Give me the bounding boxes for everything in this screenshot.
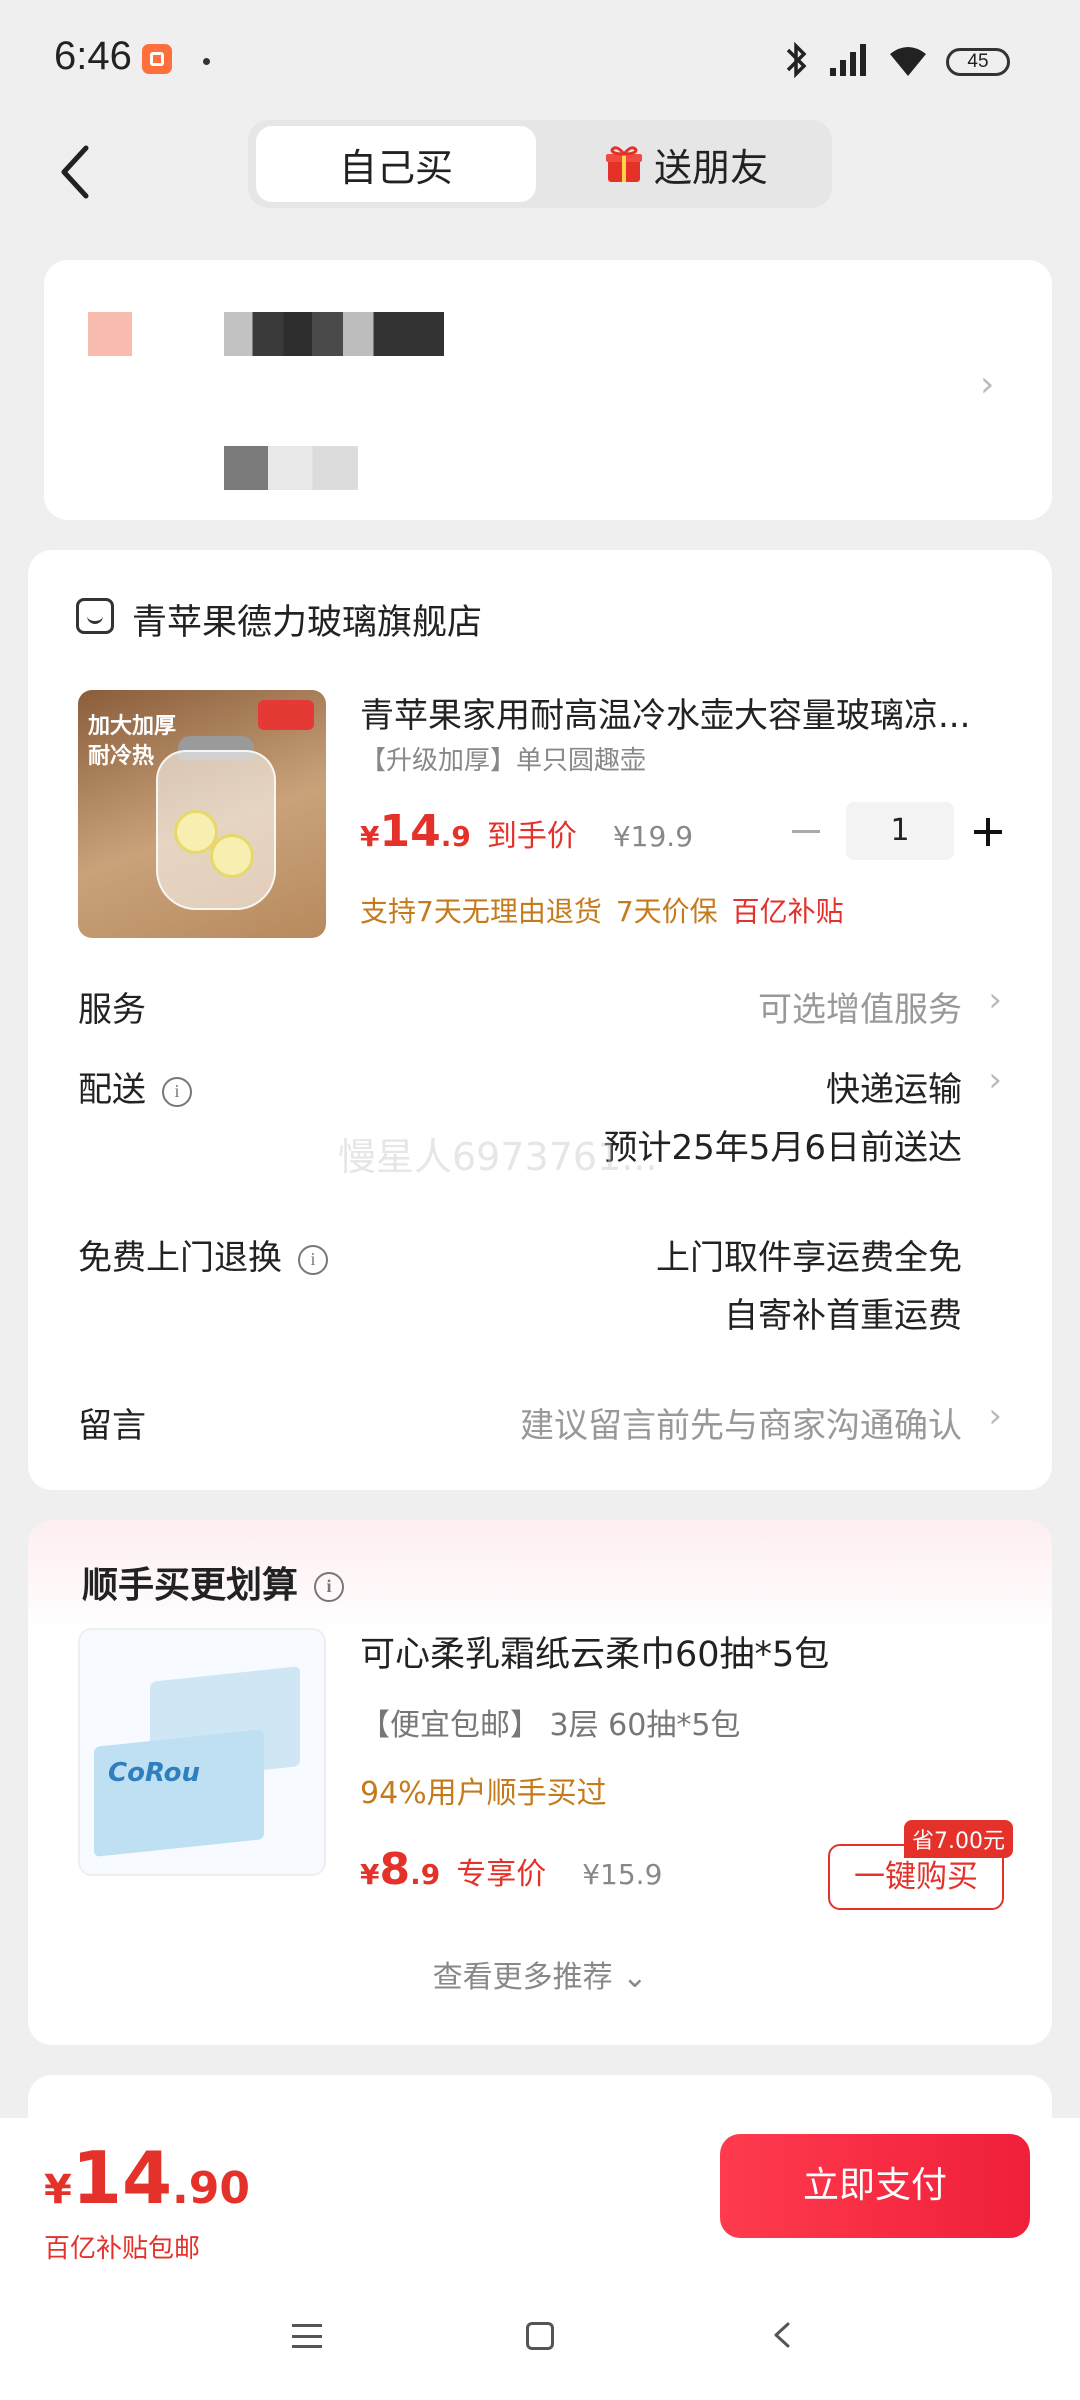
tab-label: 自己买: [338, 145, 453, 190]
recommendation-spec[interactable]: 【便宜包邮】 3层 60抽*5包: [360, 1700, 740, 1744]
delivery-method[interactable]: 快递运输: [826, 1062, 962, 1111]
brand-logo-icon: [258, 700, 314, 730]
see-more-recommendations[interactable]: 查看更多推荐 ⌄: [28, 1952, 1052, 1996]
bluetooth-icon: [786, 41, 807, 79]
battery-indicator: 45: [946, 48, 1010, 76]
notification-dot-icon: [203, 58, 210, 65]
product-price: ¥ 14 .9 到手价 ¥19.9: [360, 806, 694, 857]
address-redacted: [224, 446, 358, 490]
address-icon: [88, 312, 132, 356]
recommendation-title: 顺手买更划算 i: [82, 1556, 345, 1608]
home-icon[interactable]: [526, 2322, 554, 2350]
product-title[interactable]: 青苹果家用耐高温冷水壶大容量玻璃凉...: [360, 688, 1000, 737]
tab-buy-for-self[interactable]: 自己买: [256, 126, 536, 202]
promo-tags: 支持7天无理由退货 7天价保 百亿补贴: [360, 890, 844, 930]
brand-logo: CoRou: [108, 1758, 201, 1788]
back-icon[interactable]: [766, 2318, 800, 2352]
promo-tag: 支持7天无理由退货: [360, 895, 602, 928]
price-tag: 到手价: [486, 819, 577, 854]
chevron-right-icon: ›: [988, 1396, 1002, 1436]
recipient-redacted: [224, 312, 444, 356]
product-spec[interactable]: 【升级加厚】单只圆趣壶: [360, 740, 646, 777]
total-price: ¥ 14 .90: [44, 2136, 250, 2220]
message-label: 留言: [78, 1406, 146, 1446]
promo-tag: 百亿补贴: [731, 895, 844, 928]
system-nav-bar: [0, 2278, 1080, 2400]
quantity-input[interactable]: 1: [846, 802, 954, 860]
info-icon[interactable]: i: [314, 1572, 345, 1602]
recommendation-name[interactable]: 可心柔乳霜纸云柔巾60抽*5包: [360, 1626, 829, 1677]
pay-now-button[interactable]: 立即支付: [720, 2134, 1030, 2238]
address-card[interactable]: ›: [44, 260, 1052, 520]
free-return-line1: 上门取件享运费全免: [656, 1238, 962, 1278]
tab-label: 送朋友: [653, 145, 768, 190]
chevron-right-icon: ›: [988, 980, 1002, 1020]
gift-icon: [605, 146, 642, 182]
chevron-right-icon: ›: [988, 1060, 1002, 1100]
shop-name[interactable]: 青苹果德力玻璃旗舰店: [132, 594, 482, 645]
original-price: ¥19.9: [612, 820, 694, 853]
message-input[interactable]: 建议留言前先与商家沟通确认: [520, 1398, 962, 1447]
quantity-decrease-button[interactable]: [786, 812, 826, 852]
tab-send-to-friend[interactable]: 送朋友: [548, 126, 824, 202]
promo-tag: 7天价保: [615, 895, 718, 928]
info-icon[interactable]: i: [298, 1244, 328, 1275]
price-tag: 专享价: [456, 1857, 547, 1892]
back-icon[interactable]: [50, 130, 100, 210]
service-label: 服务: [78, 990, 146, 1030]
recommendation-social-proof: 94%用户顺手买过: [360, 1776, 607, 1811]
status-time: 6:46: [54, 34, 132, 78]
purchase-mode-tabs: 自己买 送朋友: [248, 120, 832, 208]
recommendation-image[interactable]: CoRou: [78, 1628, 326, 1876]
quantity-increase-button[interactable]: [968, 812, 1008, 852]
signal-icon: [830, 44, 866, 76]
info-icon[interactable]: i: [162, 1076, 192, 1107]
original-price: ¥15.9: [582, 1858, 663, 1891]
delivery-label: 配送 i: [78, 1062, 192, 1111]
recommendation-price: ¥ 8 .9 专享价 ¥15.9: [360, 1844, 663, 1895]
total-note: 百亿补贴包邮: [44, 2234, 201, 2264]
order-card: 青苹果德力玻璃旗舰店 加大加厚 耐冷热 青苹果家用耐高温冷水壶大容量玻璃凉...…: [28, 550, 1052, 1490]
service-value[interactable]: 可选增值服务: [758, 982, 962, 1031]
delivery-eta: 预计25年5月6日前送达: [603, 1128, 962, 1168]
tissue-box-icon: [94, 1729, 264, 1857]
header: 自己买 送朋友: [0, 120, 1080, 230]
recommendation-card: 顺手买更划算 i CoRou 可心柔乳霜纸云柔巾60抽*5包 【便宜包邮】 3层 …: [28, 1520, 1052, 2045]
product-image[interactable]: 加大加厚 耐冷热: [78, 690, 326, 938]
checkout-bar: ¥ 14 .90 百亿补贴包邮 立即支付: [0, 2118, 1080, 2278]
chevron-down-icon: ⌄: [622, 1960, 648, 1995]
shop-icon: [76, 598, 114, 634]
lemon-icon: [210, 834, 254, 878]
wifi-icon: [890, 47, 926, 76]
status-bar: 6:46 45: [0, 0, 1080, 120]
notification-app-icon: [142, 44, 172, 74]
menu-icon[interactable]: [292, 2324, 322, 2348]
chevron-right-icon: ›: [980, 364, 995, 405]
save-badge: 省7.00元: [904, 1820, 1013, 1858]
free-return-line2: 自寄补首重运费: [724, 1296, 962, 1336]
free-return-label: 免费上门退换 i: [78, 1230, 328, 1279]
